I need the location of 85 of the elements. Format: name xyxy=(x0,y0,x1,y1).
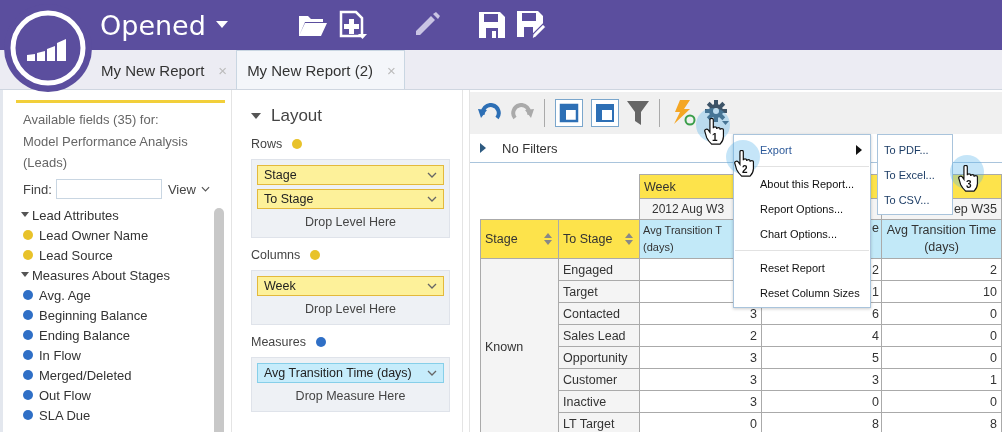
menu-item[interactable]: To Excel... xyxy=(878,162,952,187)
expand-caret-icon xyxy=(21,271,29,279)
tree-group[interactable]: Lead Attributes xyxy=(21,205,231,225)
hand-cursor-icon xyxy=(704,118,726,145)
table-cell: 0 xyxy=(990,328,997,343)
chevron-down-icon xyxy=(200,186,210,192)
step-number: 1 xyxy=(712,132,718,143)
row-header: Known xyxy=(480,258,559,432)
sort-icon[interactable] xyxy=(625,233,633,245)
drop-hint: Drop Level Here xyxy=(304,214,397,231)
table-cell: 3 xyxy=(872,372,879,387)
chevron-down-icon xyxy=(427,283,437,289)
field-item[interactable]: Out Flow xyxy=(39,387,91,403)
layout-toggle[interactable]: Layout xyxy=(251,105,450,127)
column-header[interactable]: Stage xyxy=(480,219,559,259)
expand-caret-icon xyxy=(21,211,29,219)
tree-group[interactable]: Measures About Stages xyxy=(21,265,231,285)
field-pill[interactable]: Stage xyxy=(257,165,444,185)
expand-caret-icon[interactable] xyxy=(480,143,486,153)
table-cell: 2 xyxy=(990,262,997,277)
table-cell: 0 xyxy=(990,350,997,365)
menu-item[interactable]: To PDF... xyxy=(878,137,952,162)
table-cell: 0 xyxy=(750,416,757,431)
field-item[interactable]: Avg. Age xyxy=(39,287,91,303)
column-header[interactable]: Avg Transition Time (days) xyxy=(881,219,1002,259)
layout-view-icon[interactable] xyxy=(555,99,583,127)
find-label: Find: xyxy=(23,181,52,197)
table-cell: 3 xyxy=(750,306,757,321)
table-cell: 3 xyxy=(750,394,757,409)
drop-hint: Drop Measure Here xyxy=(294,388,407,405)
table-cell: 0 xyxy=(990,306,997,321)
table-cell: 8 xyxy=(872,416,879,431)
new-document-icon[interactable] xyxy=(337,10,368,40)
save-as-icon[interactable] xyxy=(515,10,546,40)
field-item[interactable]: Ending Balance xyxy=(39,327,131,343)
table-cell: 2 xyxy=(872,262,879,277)
field-item[interactable]: In Flow xyxy=(39,347,81,363)
table-cell: 6 xyxy=(872,306,879,321)
fields-heading: Available fields (35) for: xyxy=(22,111,160,129)
table-cell: 3 xyxy=(750,372,757,387)
table-cell: 0 xyxy=(872,394,879,409)
table-cell: 1 xyxy=(872,284,879,299)
find-field[interactable] xyxy=(55,179,162,199)
caret-icon xyxy=(215,21,228,29)
table-cell: 4 xyxy=(872,328,879,343)
fields-subject: Model Performance Analysis (Leads) xyxy=(22,133,189,172)
step-number: 2 xyxy=(742,164,748,175)
hand-cursor-icon xyxy=(958,165,980,192)
field-pill[interactable]: To Stage xyxy=(257,189,444,209)
sort-icon[interactable] xyxy=(544,233,552,245)
section-label: Columns xyxy=(251,248,301,262)
table-cell: 0 xyxy=(990,394,997,409)
table-cell: 3 xyxy=(750,350,757,365)
expand-caret-icon xyxy=(251,113,261,119)
field-item[interactable]: Beginning Balance xyxy=(39,307,148,323)
table-cell: 5 xyxy=(872,350,879,365)
menu-item[interactable]: Reset Column Sizes xyxy=(734,280,870,305)
chevron-down-icon xyxy=(427,172,437,178)
field-pill[interactable]: Avg Transition Time (days) xyxy=(257,363,444,383)
table-view-icon[interactable] xyxy=(591,99,619,127)
report-tab[interactable]: My New Report × xyxy=(90,50,237,89)
column-header[interactable]: To Stage xyxy=(558,219,640,259)
save-icon[interactable] xyxy=(477,11,506,39)
section-label: Rows xyxy=(251,137,283,151)
view-dropdown[interactable]: View xyxy=(161,181,210,197)
field-item[interactable]: Lead Owner Name xyxy=(39,227,149,243)
report-menu-button[interactable]: Opened xyxy=(100,9,228,41)
table-cell: 8 xyxy=(990,416,997,431)
scrollbar[interactable] xyxy=(214,208,224,432)
table-cell: 1 xyxy=(990,372,997,387)
field-item[interactable]: Merged/Deleted xyxy=(39,367,132,383)
table-cell: 10 xyxy=(983,284,997,299)
filter-icon[interactable] xyxy=(627,101,649,125)
field-pill[interactable]: Week xyxy=(257,276,444,296)
section-label: Measures xyxy=(251,335,306,349)
field-item[interactable]: Lead Source xyxy=(39,247,113,263)
chevron-down-icon xyxy=(427,196,437,202)
report-tab[interactable]: My New Report (2) × xyxy=(236,50,405,89)
step-number: 3 xyxy=(966,179,972,190)
field-item[interactable]: SLA Due xyxy=(39,407,91,423)
table-cell: 2 xyxy=(750,328,757,343)
drop-hint: Drop Level Here xyxy=(304,301,397,318)
filter-status[interactable]: No Filters xyxy=(502,140,558,156)
gear-icon[interactable] xyxy=(704,100,730,126)
chevron-down-icon xyxy=(427,370,437,376)
